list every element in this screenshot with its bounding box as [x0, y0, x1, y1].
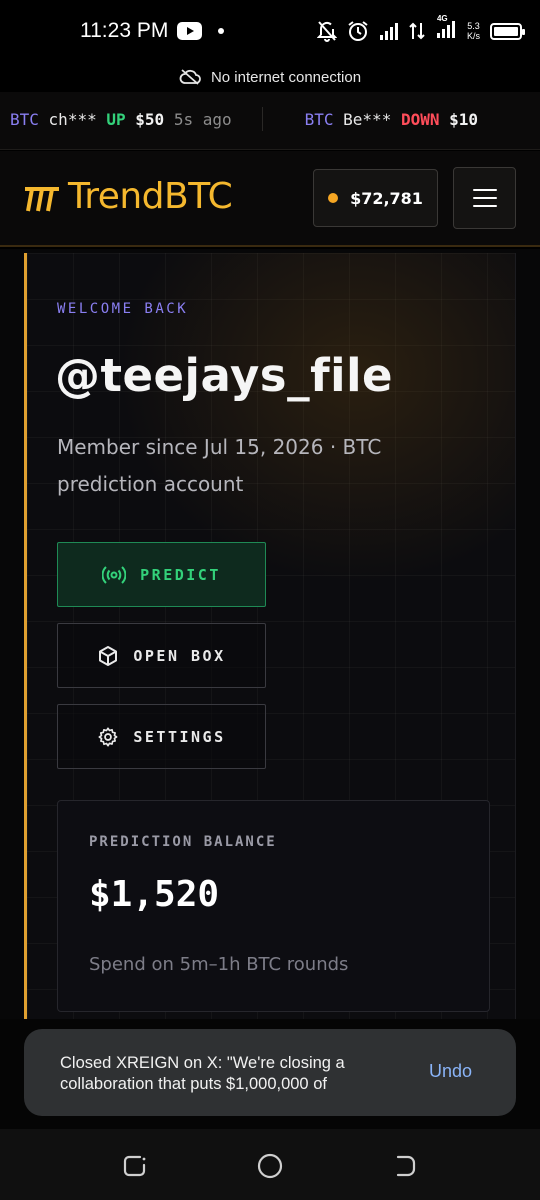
back-icon[interactable] — [390, 1151, 420, 1181]
status-icons: 4G 5.3 K/s — [316, 14, 525, 45]
bell-off-icon — [316, 21, 337, 42]
recents-icon[interactable] — [120, 1151, 150, 1181]
network-type: 4G — [436, 14, 448, 23]
ticker-track: BTC ch*** UP $50 5s ago BTC Be*** DOWN $… — [10, 107, 508, 131]
ticker-direction: DOWN — [400, 110, 440, 129]
balance-label: PREDICTION BALANCE — [89, 834, 277, 850]
status-time: 11:23 PM — [80, 19, 169, 42]
connection-banner: No internet connection — [0, 62, 540, 92]
network-speed: 5.3 K/s — [467, 21, 480, 41]
youtube-notification-icon — [177, 22, 202, 40]
ticker-coin: BTC — [10, 110, 39, 129]
hamburger-menu-icon-line — [472, 197, 497, 199]
broadcast-icon — [102, 565, 127, 584]
welcome-label: WELCOME BACK — [57, 301, 189, 317]
data-transfer-icon — [409, 22, 425, 40]
predict-button[interactable]: PREDICT — [57, 542, 266, 607]
prediction-balance-card: PREDICTION BALANCE $1,520 Spend on 5m–1h… — [57, 800, 490, 1012]
member-since: Member since Jul 15, 2026 · BTC predicti… — [57, 435, 382, 496]
main-content: WELCOME BACK @teejays_file Member since … — [0, 249, 540, 1019]
ticker-direction: UP — [106, 110, 126, 129]
system-nav-bar — [0, 1129, 540, 1200]
logo-text: TrendBTC — [68, 176, 233, 217]
predict-label: PREDICT — [140, 565, 221, 584]
ticker-user: Be*** — [343, 110, 392, 129]
ticker-amount: $50 — [135, 110, 165, 129]
ticker-item: BTC ch*** UP $50 5s ago — [10, 110, 232, 131]
alarm-icon — [348, 21, 368, 41]
box-icon — [99, 645, 118, 666]
logo[interactable]: TrendBTC — [22, 176, 233, 217]
btc-price: $72,781 — [350, 188, 423, 208]
home-icon[interactable] — [255, 1151, 285, 1181]
ticker-coin: BTC — [304, 110, 334, 129]
ticker-amount: $10 — [449, 110, 479, 129]
cloud-off-icon — [179, 69, 201, 85]
ticker-item: BTC Be*** DOWN $10 — [305, 110, 478, 131]
hamburger-menu-icon-line — [472, 189, 497, 191]
ticker-divider — [261, 107, 263, 131]
net-speed-unit: K/s — [466, 31, 480, 41]
app-header: TrendBTC $72,781 — [0, 151, 540, 247]
hamburger-menu-icon-line — [472, 205, 497, 207]
net-speed-value: 5.3 — [467, 21, 480, 31]
snackbar-text: Closed XREIGN on X: "We're closing a col… — [60, 1054, 345, 1093]
profile-card: WELCOME BACK @teejays_file Member since … — [24, 253, 516, 1019]
balance-subtitle: Spend on 5m–1h BTC rounds — [89, 954, 349, 975]
balance-value: $1,520 — [89, 874, 220, 915]
undo-button[interactable]: Undo — [429, 1061, 472, 1082]
connection-banner-text: No internet connection — [210, 68, 362, 86]
open-box-label: OPEN BOX — [133, 646, 226, 665]
settings-button[interactable]: SETTINGS — [57, 704, 266, 769]
ticker-time: 5s ago — [173, 110, 232, 129]
notification-snackbar: Closed XREIGN on X: "We're closing a col… — [24, 1029, 516, 1116]
username: @teejays_file — [55, 349, 394, 402]
signal-icon — [379, 23, 398, 40]
open-box-button[interactable]: OPEN BOX — [57, 623, 266, 688]
status-bar: 11:23 PM 4G 5.3 K/s — [0, 0, 540, 62]
signal-4g: 4G — [435, 14, 457, 42]
notification-dot-icon — [218, 28, 224, 34]
price-status-dot — [328, 193, 339, 203]
ticker-user: ch*** — [48, 110, 97, 129]
btc-price-button[interactable]: $72,781 — [313, 169, 438, 227]
hamburger-menu-button[interactable] — [453, 167, 516, 229]
trade-ticker: BTC ch*** UP $50 5s ago BTC Be*** DOWN $… — [0, 92, 540, 150]
trendbtc-logo-icon — [25, 186, 59, 211]
battery-icon — [490, 22, 525, 40]
gear-icon — [98, 726, 118, 747]
settings-label: SETTINGS — [133, 727, 226, 746]
